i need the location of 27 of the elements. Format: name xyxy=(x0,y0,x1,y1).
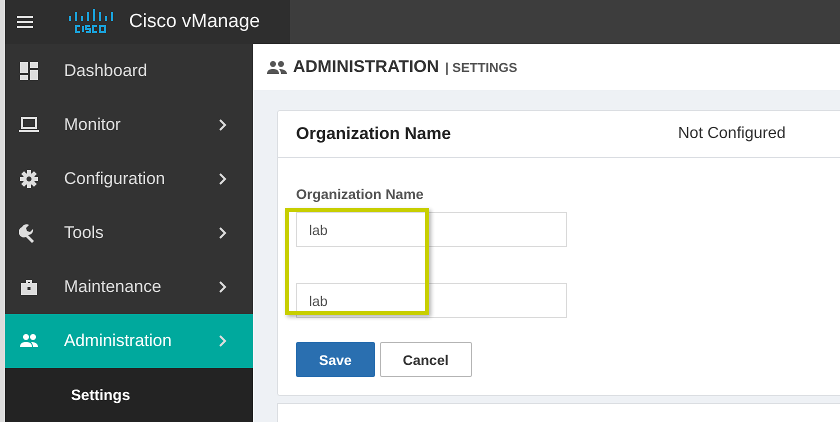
card-title: Organization Name xyxy=(296,124,452,144)
chevron-icon xyxy=(219,173,227,185)
menu-icon[interactable] xyxy=(17,16,33,28)
sidebar-item[interactable]: Configuration xyxy=(5,152,253,206)
dashboard-icon xyxy=(19,61,39,81)
sidebar-item[interactable]: Maintenance xyxy=(5,260,253,314)
save-button[interactable]: Save xyxy=(296,342,375,377)
people-icon xyxy=(267,60,287,74)
sidebar-item[interactable]: Tools xyxy=(5,206,253,260)
sidebar-item[interactable]: Monitor xyxy=(5,98,253,152)
field-label: Organization Name xyxy=(296,186,425,202)
chevron-icon xyxy=(219,335,227,347)
toolbox-icon xyxy=(19,277,39,297)
status-text: Not Configured xyxy=(678,125,786,143)
chevron-icon xyxy=(219,119,227,131)
input-field[interactable]: lab xyxy=(296,212,567,247)
laptop-icon xyxy=(19,115,39,135)
page-title: ADMINISTRATION xyxy=(293,57,440,77)
app-title: Cisco vManage xyxy=(129,11,260,33)
gear-icon xyxy=(19,169,39,189)
input-field[interactable]: lab xyxy=(296,283,567,318)
chevron-icon xyxy=(219,281,227,293)
sidebar-item[interactable]: Dashboard xyxy=(5,44,253,98)
cancel-button[interactable]: Cancel xyxy=(380,342,472,377)
chevron-icon xyxy=(219,227,227,239)
page-subtitle: | SETTINGS xyxy=(445,60,518,74)
submenu-item[interactable]: Settings xyxy=(5,368,253,422)
